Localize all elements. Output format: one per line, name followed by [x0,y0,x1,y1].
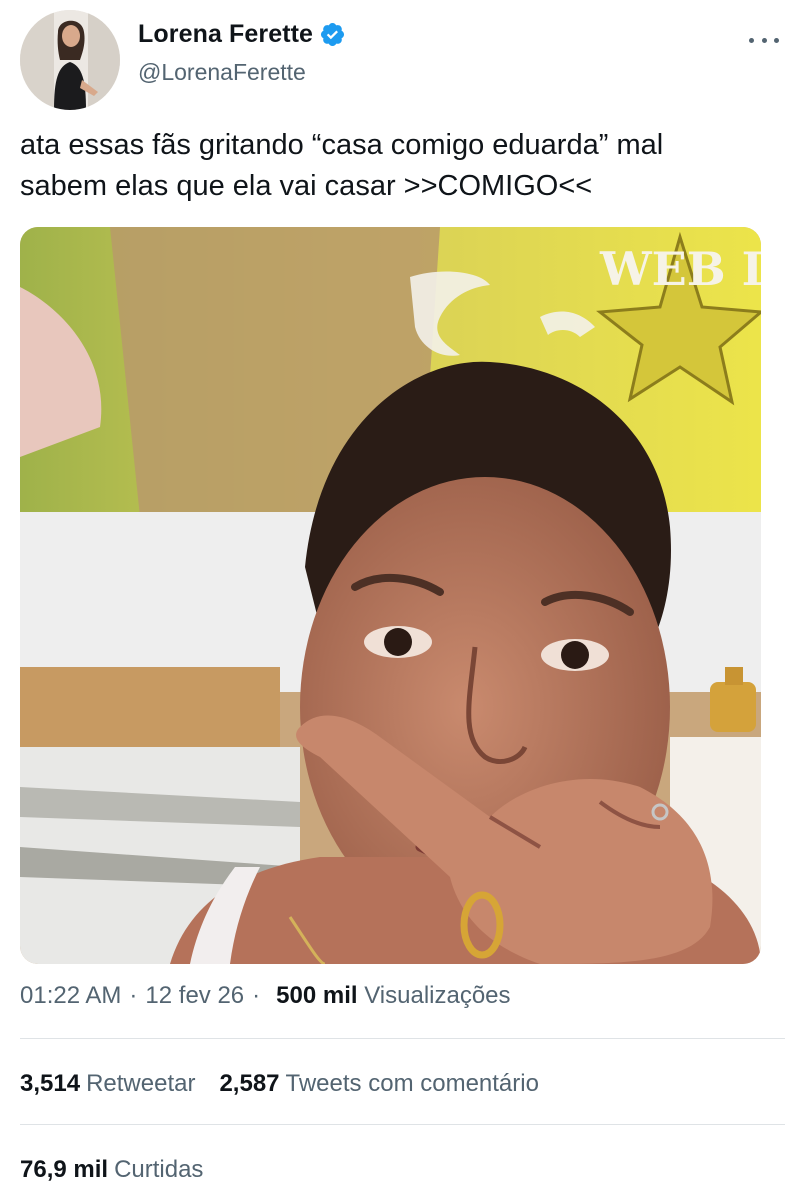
likes-count: 76,9 mil [20,1156,109,1183]
display-name[interactable]: Lorena Ferette [138,20,313,49]
tweet-text: ata essas fãs gritando “casa comigo edua… [20,129,664,202]
views-count: 500 mil [276,982,358,1009]
retweets-label: Retweetar [86,1070,196,1097]
retweet-stats-row: 3,514 Retweetar 2,587 Tweets com comentário [20,1070,539,1098]
quotes-stat[interactable]: 2,587 Tweets com comentário [219,1070,539,1097]
retweets-stat[interactable]: 3,514 Retweetar [20,1070,195,1097]
quotes-label: Tweets com comentário [285,1070,539,1097]
likes-label: Curtidas [114,1156,204,1183]
separator: · [252,982,261,1009]
likes-stat[interactable]: 76,9 mil Curtidas [20,1156,203,1183]
tweet-media[interactable]: WEB D [20,227,761,964]
quotes-count: 2,587 [219,1070,280,1097]
author-handle[interactable]: @LorenaFerette [138,59,346,86]
dot-icon [761,37,767,43]
more-options-icon[interactable] [749,30,779,50]
views-label: Visualizações [364,982,511,1009]
tweet-date[interactable]: 12 fev 26 [145,982,244,1009]
tweet-meta: 01:22 AM · 12 fev 26 · 500 mil Visualizações [20,982,511,1010]
divider [20,1124,785,1125]
tweet-time[interactable]: 01:22 AM [20,982,121,1009]
retweets-count: 3,514 [20,1070,81,1097]
verified-badge-icon [319,21,346,48]
likes-stats-row: 76,9 mil Curtidas [20,1156,203,1184]
tweet-header: Lorena Ferette @LorenaFerette [20,10,785,110]
dot-icon [774,37,779,43]
divider [20,1038,785,1039]
dot-icon [749,37,754,43]
poster-lettering: WEB D [599,242,761,296]
separator: · [129,982,138,1009]
author-names: Lorena Ferette @LorenaFerette [138,20,346,86]
display-name-row: Lorena Ferette [138,20,346,49]
avatar[interactable] [20,10,120,110]
